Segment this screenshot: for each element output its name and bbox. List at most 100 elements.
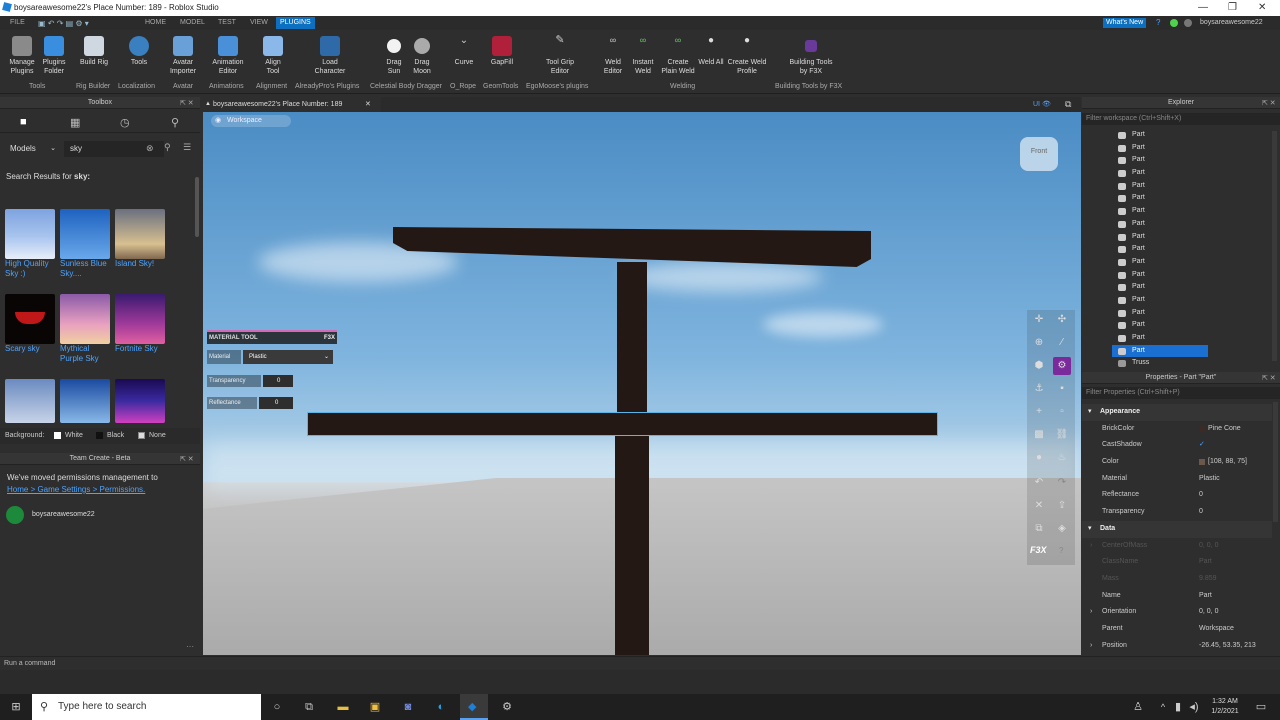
- selected-beam-part[interactable]: [307, 412, 938, 436]
- property-value[interactable]: [108, 88, 75]: [1208, 454, 1247, 471]
- store-icon[interactable]: ▣: [368, 700, 382, 714]
- resize-tool-icon[interactable]: ✣: [1053, 311, 1071, 329]
- menu-test[interactable]: TEST: [218, 19, 236, 26]
- toolbox-item[interactable]: [115, 379, 165, 423]
- quick-access-toolbar[interactable]: ▣ ↶ ↷ ▤ ⚙ ▾: [38, 19, 89, 28]
- ui-visibility-icon[interactable]: UI 👁: [1033, 100, 1051, 108]
- roblox-studio-taskbar-button[interactable]: ◆: [460, 694, 488, 720]
- texture-tool-icon[interactable]: ▩: [1030, 426, 1048, 444]
- new-part-tool-icon[interactable]: +: [1030, 403, 1048, 421]
- help-icon[interactable]: ?: [1059, 546, 1063, 555]
- property-row[interactable]: Reflectance 0: [1082, 487, 1272, 504]
- inventory-tab-icon[interactable]: ▦: [70, 116, 80, 129]
- toolbox-item[interactable]: [60, 379, 110, 423]
- none-swatch[interactable]: [138, 432, 145, 439]
- collision-tool-icon[interactable]: ▪: [1053, 380, 1071, 398]
- toolbox-item[interactable]: [5, 379, 55, 423]
- property-row[interactable]: Color [108, 88, 75]: [1082, 454, 1272, 471]
- minimize-button[interactable]: —: [1198, 2, 1208, 13]
- instant-weld-button[interactable]: ∞ Instant Weld: [628, 36, 658, 76]
- building-tools-f3x-button[interactable]: Building Tools by F3X: [788, 36, 834, 76]
- properties-scrollbar[interactable]: [1273, 402, 1278, 522]
- create-plain-weld-button[interactable]: ∞ Create Plain Weld: [660, 36, 696, 76]
- material-dropdown[interactable]: Plastic ⌄: [243, 350, 333, 364]
- surface-tool-icon[interactable]: ⬢: [1030, 357, 1048, 375]
- people-icon[interactable]: ♙: [1131, 700, 1145, 714]
- property-row[interactable]: CastShadow ✓: [1082, 437, 1272, 454]
- background-black[interactable]: Black: [107, 428, 124, 444]
- background-none[interactable]: None: [149, 428, 166, 444]
- upper-post-part[interactable]: [617, 262, 647, 412]
- load-character-button[interactable]: Load Character: [310, 36, 350, 76]
- taskbar-search-input[interactable]: ⚲ Type here to search: [32, 694, 261, 720]
- lower-post-part[interactable]: [615, 432, 649, 655]
- menu-file[interactable]: FILE: [10, 19, 25, 26]
- property-value[interactable]: 0: [1199, 487, 1203, 504]
- menu-plugins[interactable]: PLUGINS: [276, 17, 315, 29]
- tree-item-part[interactable]: Part: [1112, 231, 1272, 244]
- file-explorer-icon[interactable]: ▬: [336, 700, 350, 714]
- property-value[interactable]: Plastic: [1199, 471, 1220, 488]
- property-value[interactable]: 0: [1199, 504, 1203, 521]
- avatar-importer-button[interactable]: Avatar Importer: [166, 36, 200, 76]
- help-icon[interactable]: ?: [1156, 18, 1160, 27]
- weld-editor-button[interactable]: ∞ Weld Editor: [598, 36, 628, 76]
- paint-tool-icon[interactable]: ⁄: [1053, 334, 1071, 352]
- property-value[interactable]: Part: [1199, 588, 1212, 605]
- network-icon[interactable]: ▮: [1171, 700, 1185, 714]
- tree-item-part[interactable]: Part: [1112, 142, 1272, 155]
- material-tool-icon[interactable]: ⚙: [1053, 357, 1071, 375]
- property-row[interactable]: › CenterOfMass 0, 0, 0: [1082, 538, 1272, 555]
- drag-moon-button[interactable]: Drag Moon: [408, 36, 436, 76]
- property-row[interactable]: › Orientation 0, 0, 0: [1082, 604, 1272, 621]
- toolbox-scrollbar[interactable]: [195, 177, 199, 237]
- more-icon[interactable]: ⋯: [186, 642, 194, 651]
- reflectance-input[interactable]: 0: [259, 397, 293, 409]
- weld-all-button[interactable]: ● Weld All: [697, 36, 725, 67]
- volume-icon[interactable]: ◂): [1187, 700, 1201, 714]
- whats-new-button[interactable]: What's New: [1103, 18, 1147, 28]
- tree-item-part[interactable]: Part: [1112, 167, 1272, 180]
- drag-sun-button[interactable]: Drag Sun: [380, 36, 408, 76]
- tree-item-part[interactable]: Part: [1112, 192, 1272, 205]
- property-row[interactable]: BrickColor Pine Cone: [1082, 421, 1272, 438]
- create-weld-profile-button[interactable]: ● Create Weld Profile: [725, 36, 769, 76]
- section-data[interactable]: ▾ Data: [1082, 520, 1272, 538]
- tree-item-part[interactable]: Part: [1112, 332, 1272, 345]
- menu-home[interactable]: HOME: [145, 19, 166, 26]
- menu-view[interactable]: VIEW: [250, 19, 268, 26]
- top-beam-part[interactable]: [393, 227, 871, 267]
- mesh-tool-icon[interactable]: ▫: [1053, 403, 1071, 421]
- pin-icon[interactable]: ⇱ ✕: [1262, 374, 1276, 382]
- notifications-icon[interactable]: ▭: [1254, 700, 1268, 714]
- build-rig-button[interactable]: Build Rig: [80, 36, 108, 67]
- task-view-icon[interactable]: ⧉: [302, 700, 316, 714]
- rotate-tool-icon[interactable]: ⊕: [1030, 334, 1048, 352]
- background-white[interactable]: White: [65, 428, 83, 444]
- category-dropdown[interactable]: Models ⌄: [4, 141, 60, 157]
- property-value[interactable]: Workspace: [1199, 621, 1234, 638]
- explorer-filter-input[interactable]: Filter workspace (Ctrl+Shift+X): [1082, 113, 1280, 125]
- marketplace-tab-icon[interactable]: ■: [20, 116, 27, 128]
- tree-item-part[interactable]: Part: [1112, 129, 1272, 142]
- white-swatch[interactable]: [54, 432, 61, 439]
- tree-item-part[interactable]: Part: [1112, 205, 1272, 218]
- menu-model[interactable]: MODEL: [180, 19, 205, 26]
- tree-item-part[interactable]: Part: [1112, 307, 1272, 320]
- align-tool-button[interactable]: Align Tool: [258, 36, 288, 76]
- anchor-tool-icon[interactable]: ⚓: [1030, 380, 1048, 398]
- command-input[interactable]: Run a command: [4, 660, 55, 667]
- tree-item-part[interactable]: Part: [1112, 180, 1272, 193]
- property-row[interactable]: ClassName Part: [1082, 554, 1272, 571]
- curve-button[interactable]: ⌄ Curve: [450, 36, 478, 67]
- tools-button[interactable]: Tools: [124, 36, 154, 67]
- clear-icon[interactable]: ⊗: [146, 143, 154, 154]
- property-value[interactable]: -26.45, 53.35, 213: [1199, 638, 1256, 655]
- tree-item-truss[interactable]: Truss: [1112, 357, 1272, 370]
- explorer-scrollbar[interactable]: [1272, 131, 1277, 361]
- property-row[interactable]: Parent Workspace: [1082, 621, 1272, 638]
- undo-icon[interactable]: ↶: [1030, 474, 1048, 492]
- windows-start-icon[interactable]: ⊞: [9, 700, 23, 714]
- tree-item-part[interactable]: Part: [1112, 319, 1272, 332]
- black-swatch[interactable]: [96, 432, 103, 439]
